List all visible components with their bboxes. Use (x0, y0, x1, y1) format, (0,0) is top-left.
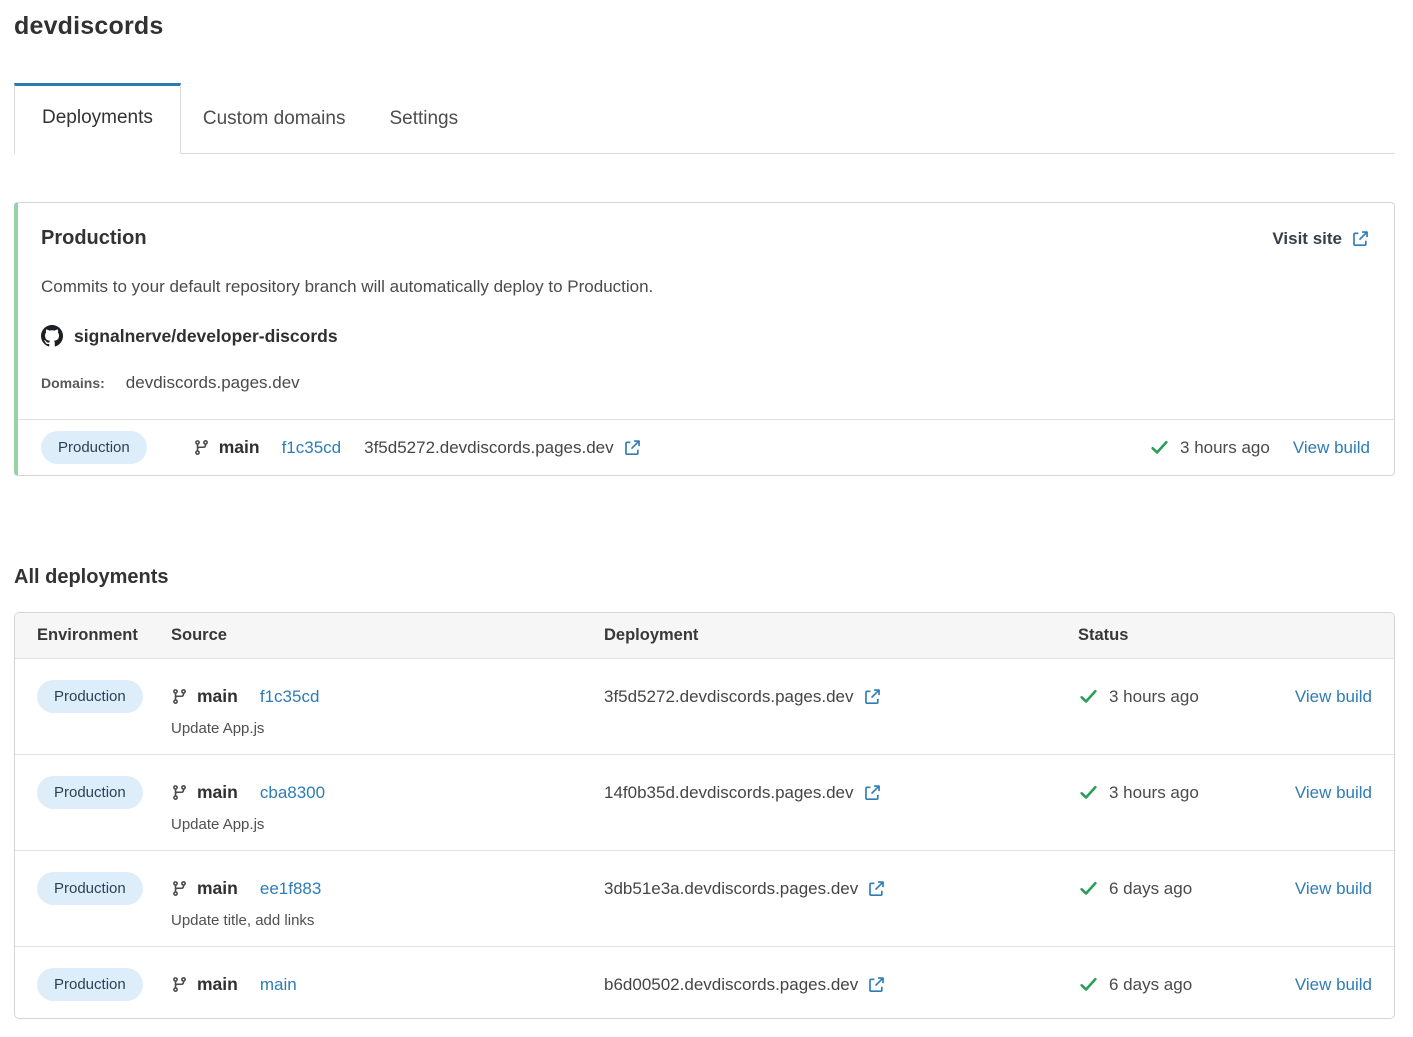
github-icon (41, 325, 63, 347)
deployment-status: 3 hours ago (1064, 680, 1242, 713)
external-link-icon (1351, 229, 1370, 248)
branch-group: main (193, 437, 260, 458)
deployment-status: 6 days ago (1064, 968, 1242, 1001)
deployment-status: 3 hours ago (1064, 776, 1242, 809)
visit-site-link[interactable]: Visit site (1272, 229, 1370, 249)
git-branch-icon (193, 439, 210, 456)
environment-badge: Production (37, 968, 143, 1001)
tab-custom-domains[interactable]: Custom domains (181, 85, 368, 153)
all-deployments-heading: All deployments (14, 566, 1395, 589)
view-build-link[interactable]: View build (1293, 438, 1370, 458)
production-description: Commits to your default repository branc… (41, 277, 1370, 297)
external-link-icon (863, 687, 882, 706)
deployment-url: 3f5d5272.devdiscords.pages.dev (364, 438, 614, 458)
deployment-url: b6d00502.devdiscords.pages.dev (604, 975, 858, 995)
external-link-icon (867, 879, 886, 898)
external-link-icon (863, 783, 882, 802)
commit-link[interactable]: f1c35cd (282, 438, 342, 458)
branch-group: main (171, 686, 238, 707)
view-build-link[interactable]: View build (1295, 783, 1372, 803)
domains-label: Domains: (41, 375, 105, 391)
external-link-icon (623, 438, 642, 457)
tab-deployments[interactable]: Deployments (14, 83, 181, 154)
git-branch-icon (171, 688, 188, 705)
tab-settings[interactable]: Settings (367, 85, 480, 153)
domains-line: Domains: devdiscords.pages.dev (41, 373, 1370, 393)
deployment-url-link[interactable]: 3db51e3a.devdiscords.pages.dev (604, 879, 886, 899)
deployment-url-link[interactable]: b6d00502.devdiscords.pages.dev (604, 975, 886, 995)
production-card: Production Visit site Commits to your de… (14, 202, 1395, 476)
production-card-title: Production (41, 227, 147, 250)
git-branch-icon (171, 784, 188, 801)
repository-line: signalnerve/developer-discords (41, 325, 1370, 347)
status-time: 6 days ago (1109, 879, 1192, 899)
check-icon (1078, 878, 1099, 899)
deployments-table: Environment Source Deployment Status Pro… (14, 612, 1395, 1019)
check-icon (1078, 686, 1099, 707)
check-icon (1078, 782, 1099, 803)
commit-message: Update title, add links (171, 912, 604, 929)
git-branch-icon (171, 880, 188, 897)
branch-group: main (171, 878, 238, 899)
column-header-environment: Environment (37, 626, 171, 645)
commit-link[interactable]: ee1f883 (260, 879, 321, 899)
deployments-table-header: Environment Source Deployment Status (15, 613, 1394, 659)
page-title: devdiscords (14, 12, 1395, 41)
column-header-deployment: Deployment (604, 626, 1064, 645)
git-branch-icon (171, 976, 188, 993)
branch-group: main (171, 782, 238, 803)
table-row: Production main ee1f883 Update title, ad… (15, 851, 1394, 947)
view-build-link[interactable]: View build (1295, 879, 1372, 899)
check-icon (1078, 974, 1099, 995)
deployment-status: 3 hours ago (1149, 437, 1270, 458)
deployment-url-link[interactable]: 14f0b35d.devdiscords.pages.dev (604, 783, 882, 803)
domains-value: devdiscords.pages.dev (126, 373, 300, 393)
deployment-url-link[interactable]: 3f5d5272.devdiscords.pages.dev (364, 438, 642, 458)
repository-name: signalnerve/developer-discords (74, 326, 338, 347)
status-time: 3 hours ago (1109, 687, 1199, 707)
deployments-table-body: Production main f1c35cd Update App.js 3f… (15, 659, 1394, 1018)
commit-message: Update App.js (171, 816, 604, 833)
external-link-icon (867, 975, 886, 994)
environment-badge: Production (37, 872, 143, 905)
deployment-url-link[interactable]: 3f5d5272.devdiscords.pages.dev (604, 687, 882, 707)
deployment-url: 14f0b35d.devdiscords.pages.dev (604, 783, 854, 803)
status-time: 3 hours ago (1109, 783, 1199, 803)
check-icon (1149, 437, 1170, 458)
column-header-source: Source (171, 626, 604, 645)
status-time: 6 days ago (1109, 975, 1192, 995)
environment-badge: Production (41, 431, 147, 464)
view-build-link[interactable]: View build (1295, 975, 1372, 995)
deployment-status: 6 days ago (1064, 872, 1242, 905)
environment-badge: Production (37, 680, 143, 713)
commit-message: Update App.js (171, 720, 604, 737)
column-header-status: Status (1064, 626, 1242, 645)
branch-name: main (197, 974, 238, 995)
pages-project-page: devdiscords Deployments Custom domains S… (0, 0, 1413, 1019)
branch-name: main (219, 437, 260, 458)
view-build-link[interactable]: View build (1295, 687, 1372, 707)
branch-name: main (197, 878, 238, 899)
commit-link[interactable]: cba8300 (260, 783, 325, 803)
branch-name: main (197, 782, 238, 803)
commit-link[interactable]: f1c35cd (260, 687, 320, 707)
branch-group: main (171, 974, 238, 995)
table-row: Production main f1c35cd Update App.js 3f… (15, 659, 1394, 755)
table-row: Production main main b6d00502.devdiscord… (15, 947, 1394, 1018)
environment-badge: Production (37, 776, 143, 809)
production-latest-deployment-row: Production main f1c35cd 3f5d5272.devdisc… (18, 419, 1394, 475)
branch-name: main (197, 686, 238, 707)
table-row: Production main cba8300 Update App.js 14… (15, 755, 1394, 851)
visit-site-label: Visit site (1272, 229, 1342, 249)
tab-bar: Deployments Custom domains Settings (14, 83, 1395, 154)
status-time: 3 hours ago (1180, 438, 1270, 458)
commit-link[interactable]: main (260, 975, 297, 995)
deployment-url: 3db51e3a.devdiscords.pages.dev (604, 879, 858, 899)
deployment-url: 3f5d5272.devdiscords.pages.dev (604, 687, 854, 707)
